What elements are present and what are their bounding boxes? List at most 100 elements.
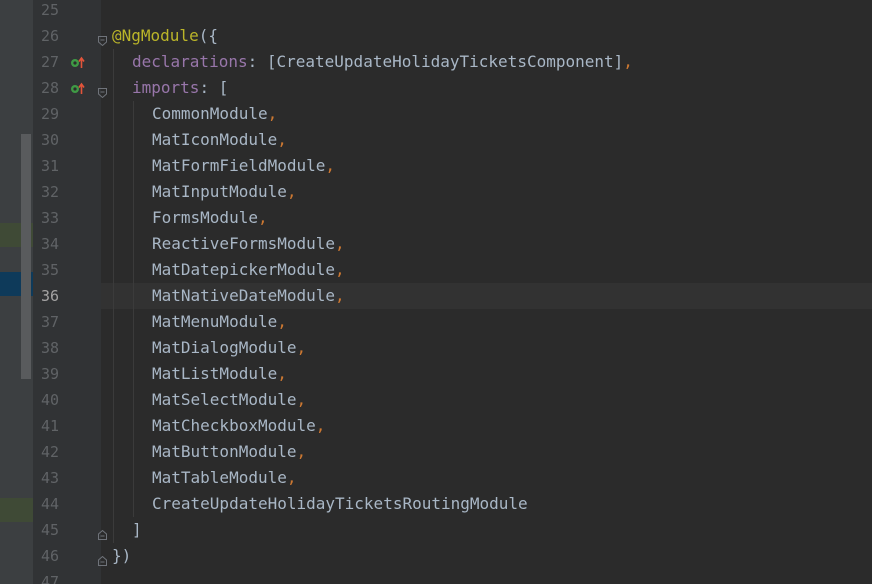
code-token: MatInputModule bbox=[152, 182, 287, 201]
code-token: , bbox=[335, 234, 345, 253]
code-token: , bbox=[315, 416, 326, 435]
code-line[interactable]: 34 ReactiveFormsModule, bbox=[0, 231, 872, 257]
code-text: MatTableModule, bbox=[152, 465, 297, 491]
code-line[interactable]: 33 FormsModule, bbox=[0, 205, 872, 231]
code-token: , bbox=[296, 442, 307, 461]
fold-marker-icon[interactable] bbox=[98, 551, 107, 566]
code-text: MatNativeDateModule, bbox=[152, 283, 345, 309]
code-token: CreateUpdateHolidayTicketsRoutingModule bbox=[152, 494, 528, 513]
code-line[interactable]: 26 @NgModule({ bbox=[0, 23, 872, 49]
code-token: MatNativeDateModule bbox=[152, 286, 336, 305]
code-token: , bbox=[286, 468, 297, 487]
code-token: , bbox=[623, 52, 633, 71]
code-token: MatIconModule bbox=[152, 130, 278, 149]
code-line[interactable]: 40 MatSelectModule, bbox=[0, 387, 872, 413]
line-number: 25 bbox=[40, 1, 59, 19]
code-token: MatButtonModule bbox=[152, 442, 297, 461]
code-line[interactable]: 45] bbox=[0, 517, 872, 543]
indent-guide bbox=[133, 101, 134, 517]
implemented-up-arrow-icon[interactable] bbox=[70, 81, 85, 95]
code-line[interactable]: 43 MatTableModule, bbox=[0, 465, 872, 491]
code-token: @NgModule bbox=[112, 26, 199, 45]
code-text: CommonModule, bbox=[152, 101, 277, 127]
code-line[interactable]: 42 MatButtonModule, bbox=[0, 439, 872, 465]
code-token: MatDialogModule bbox=[152, 338, 297, 357]
code-token: , bbox=[257, 208, 268, 227]
line-number: 36 bbox=[40, 287, 59, 305]
line-number: 27 bbox=[40, 53, 59, 71]
code-text: MatDatepickerModule, bbox=[152, 257, 345, 283]
indent-guide bbox=[113, 49, 114, 543]
code-line[interactable]: 41 MatCheckboxModule, bbox=[0, 413, 872, 439]
code-text: MatFormFieldModule, bbox=[152, 153, 335, 179]
code-line[interactable]: 46}) bbox=[0, 543, 872, 569]
line-number: 32 bbox=[40, 183, 59, 201]
code-line[interactable]: 32 MatInputModule, bbox=[0, 179, 872, 205]
code-text: MatSelectModule, bbox=[152, 387, 306, 413]
code-line[interactable]: 38 MatDialogModule, bbox=[0, 335, 872, 361]
code-text: ] bbox=[132, 517, 142, 543]
code-text: ReactiveFormsModule, bbox=[152, 231, 345, 257]
line-number: 45 bbox=[40, 521, 59, 539]
code-text: MatButtonModule, bbox=[152, 439, 306, 465]
code-text: }) bbox=[112, 543, 131, 569]
line-number: 31 bbox=[40, 157, 59, 175]
line-number: 28 bbox=[40, 79, 59, 97]
code-token: MatSelectModule bbox=[152, 390, 297, 409]
code-token: , bbox=[335, 260, 345, 279]
fold-marker-icon[interactable] bbox=[98, 525, 107, 540]
line-number: 37 bbox=[40, 313, 59, 331]
code-token: , bbox=[277, 364, 287, 383]
code-text: MatMenuModule, bbox=[152, 309, 287, 335]
code-token: ({ bbox=[198, 26, 218, 45]
fold-marker-icon[interactable] bbox=[98, 83, 107, 99]
code-token: declarations bbox=[132, 52, 248, 71]
code-token: , bbox=[296, 338, 307, 357]
code-line[interactable]: 31 MatFormFieldModule, bbox=[0, 153, 872, 179]
code-token: , bbox=[286, 182, 297, 201]
code-text: declarations: [CreateUpdateHolidayTicket… bbox=[132, 49, 633, 75]
line-number: 30 bbox=[40, 131, 59, 149]
code-line[interactable]: 27 declarations: [CreateUpdateHolidayTick… bbox=[0, 49, 872, 75]
code-text: @NgModule({ bbox=[112, 23, 218, 49]
line-number: 41 bbox=[40, 417, 59, 435]
line-number: 42 bbox=[40, 443, 59, 461]
code-token: MatTableModule bbox=[152, 468, 287, 487]
code-text: FormsModule, bbox=[152, 205, 268, 231]
code-token: MatMenuModule bbox=[152, 312, 278, 331]
code-line[interactable]: 39 MatListModule, bbox=[0, 361, 872, 387]
code-line[interactable]: 44 CreateUpdateHolidayTicketsRoutingModul… bbox=[0, 491, 872, 517]
fold-marker-icon[interactable] bbox=[98, 31, 107, 47]
code-token: MatFormFieldModule bbox=[152, 156, 326, 175]
line-number: 43 bbox=[40, 469, 59, 487]
code-line[interactable]: 47 bbox=[0, 569, 872, 584]
code-line[interactable]: 29 CommonModule, bbox=[0, 101, 872, 127]
line-number: 34 bbox=[40, 235, 59, 253]
code-text: imports: [ bbox=[132, 75, 228, 101]
code-token: , bbox=[335, 286, 345, 305]
code-text: MatIconModule, bbox=[152, 127, 287, 153]
line-number: 29 bbox=[40, 105, 59, 123]
implemented-up-arrow-icon[interactable] bbox=[70, 55, 85, 69]
code-line[interactable]: 28 imports: [ bbox=[0, 75, 872, 101]
code-text: MatCheckboxModule, bbox=[152, 413, 325, 439]
code-token: ] bbox=[132, 520, 142, 539]
line-number: 38 bbox=[40, 339, 59, 357]
code-line[interactable]: 36 MatNativeDateModule, bbox=[0, 283, 872, 309]
code-line[interactable]: 30 MatIconModule, bbox=[0, 127, 872, 153]
code-line[interactable]: 35 MatDatepickerModule, bbox=[0, 257, 872, 283]
code-line[interactable]: 37 MatMenuModule, bbox=[0, 309, 872, 335]
code-token: : [ bbox=[199, 78, 229, 97]
line-number: 26 bbox=[40, 27, 59, 45]
code-token: ReactiveFormsModule bbox=[152, 234, 336, 253]
code-token: CommonModule bbox=[152, 104, 268, 123]
code-line[interactable]: 25 bbox=[0, 0, 872, 23]
code-token: , bbox=[277, 312, 287, 331]
code-token: , bbox=[296, 390, 307, 409]
code-text: CreateUpdateHolidayTicketsRoutingModule bbox=[152, 491, 528, 517]
code-editor[interactable]: 25 26 @NgModule({27 declarations: [CreateUp… bbox=[0, 0, 872, 584]
line-number: 46 bbox=[40, 547, 59, 565]
code-token: }) bbox=[112, 546, 132, 565]
line-number: 33 bbox=[40, 209, 59, 227]
line-number: 39 bbox=[40, 365, 59, 383]
